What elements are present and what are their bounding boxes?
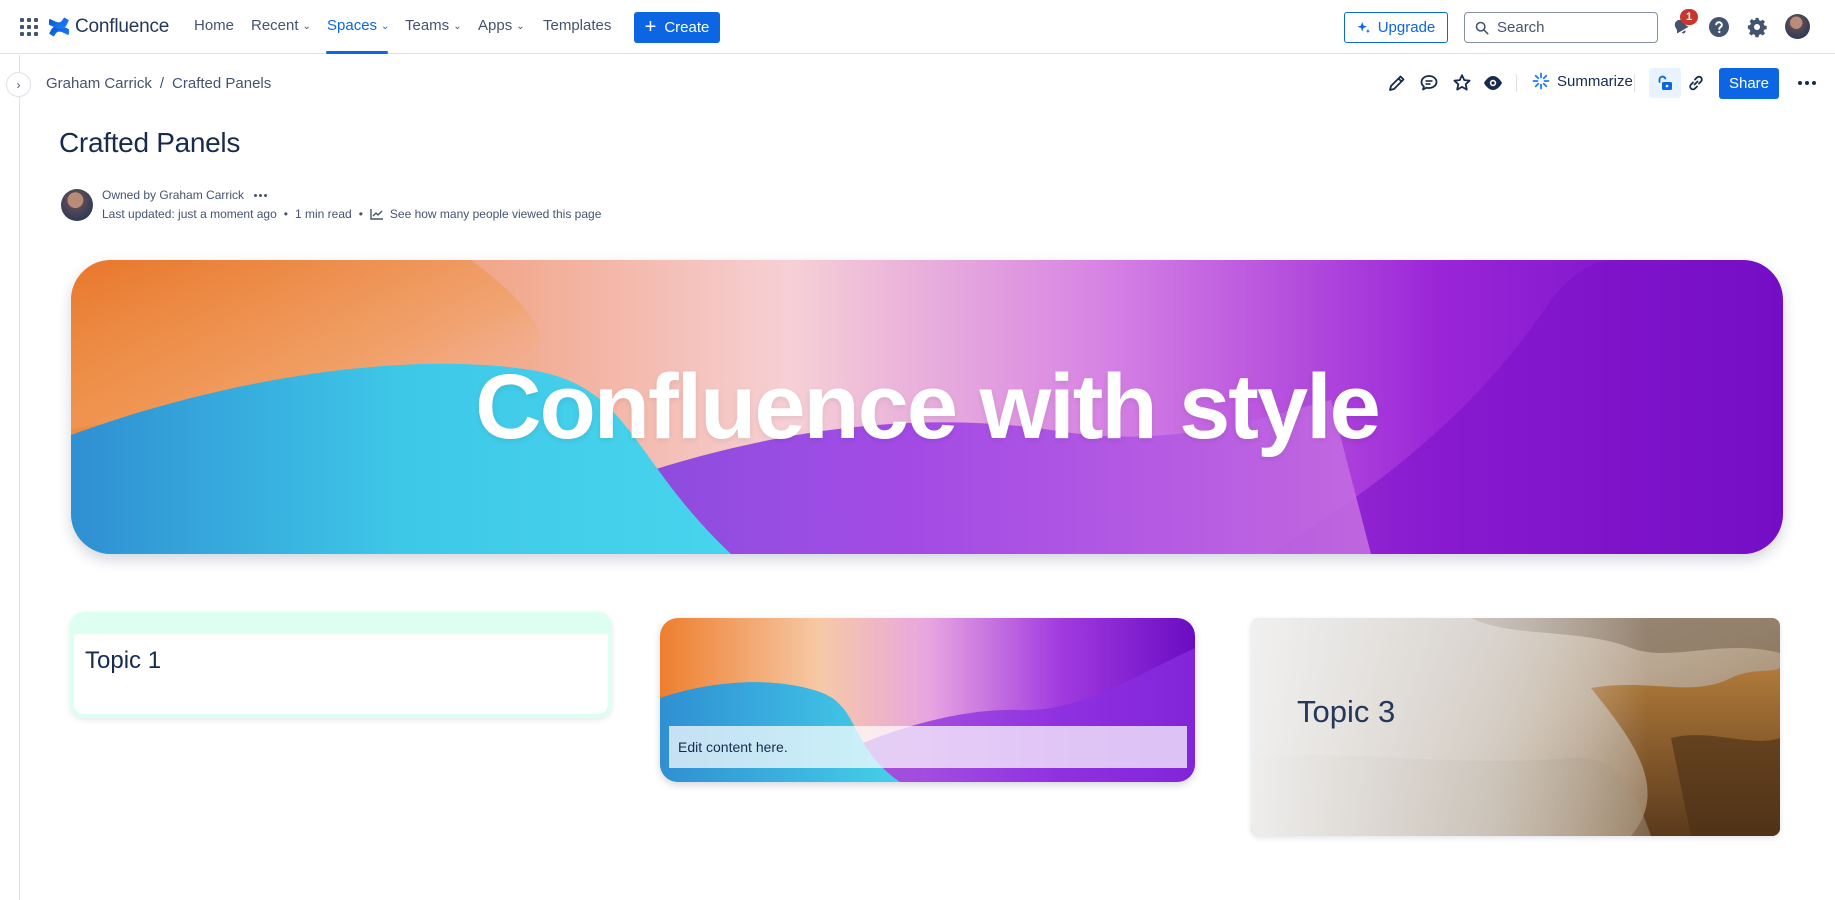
help-button[interactable]	[1706, 14, 1732, 40]
panel-accent-strip	[74, 616, 608, 634]
more-actions-icon[interactable]	[1794, 70, 1820, 96]
topic-3-heading: Topic 3	[1297, 694, 1396, 729]
chevron-down-icon: ⌄	[302, 21, 311, 32]
nav-home-label: Home	[194, 17, 235, 34]
search-placeholder: Search	[1497, 19, 1545, 36]
nav-apps-label: Apps	[478, 17, 513, 34]
nav-spaces-label: Spaces	[327, 17, 378, 34]
byline-more-icon[interactable]	[254, 193, 268, 197]
ai-sparkle-icon	[1532, 72, 1550, 90]
owned-by-text: Owned by Graham Carrick	[102, 188, 245, 202]
topic-1-heading: Topic 1	[85, 647, 162, 674]
summarize-button[interactable]: Summarize	[1532, 72, 1633, 90]
hero-banner: Confluence with style	[71, 260, 1783, 554]
page-title: Crafted Panels	[59, 127, 241, 158]
profile-avatar[interactable]	[1785, 14, 1810, 39]
bullet-separator: •	[358, 207, 363, 221]
restrictions-button[interactable]	[1649, 68, 1681, 98]
nav-recent[interactable]: Recent ⌄	[251, 17, 311, 34]
toolbar-divider	[1516, 74, 1517, 92]
panel-content-text: Edit content here.	[678, 739, 788, 755]
share-button[interactable]: Share	[1719, 68, 1779, 99]
nav-apps[interactable]: Apps ⌄	[478, 17, 525, 34]
watch-button[interactable]	[1481, 71, 1505, 95]
nav-spaces[interactable]: Spaces ⌄	[327, 17, 389, 34]
unlocked-icon	[1658, 75, 1672, 90]
nav-active-indicator	[326, 51, 388, 54]
page-analytics-label: See how many people viewed this page	[389, 207, 602, 221]
topic-1-panel: Topic 1	[70, 612, 612, 718]
comment-button[interactable]	[1417, 71, 1441, 95]
watch-icon	[1484, 76, 1502, 90]
edit-button[interactable]	[1385, 71, 1409, 95]
byline-details: Last updated: just a moment ago • 1 min …	[102, 207, 601, 221]
comment-icon	[1420, 75, 1438, 91]
upgrade-button-label: Upgrade	[1377, 19, 1436, 36]
bullet-separator: •	[283, 207, 288, 221]
confluence-logo-icon	[49, 17, 69, 37]
breadcrumb-separator: /	[159, 75, 165, 92]
breadcrumb-space-link[interactable]: Graham Carrick	[46, 75, 152, 92]
help-icon	[1709, 17, 1729, 37]
search-input[interactable]: Search	[1464, 12, 1658, 43]
edit-icon	[1389, 75, 1405, 91]
hero-title: Confluence with style	[475, 355, 1381, 458]
chevron-down-icon: ⌄	[453, 21, 462, 32]
chevron-down-icon: ⌄	[516, 21, 525, 32]
gradient-panel: Edit content here.	[660, 618, 1195, 782]
read-time-text: 1 min read	[294, 207, 352, 221]
app-switcher-icon[interactable]	[20, 18, 38, 36]
create-button-label: Create	[664, 19, 710, 36]
settings-button[interactable]	[1744, 14, 1770, 40]
nav-teams[interactable]: Teams ⌄	[405, 17, 462, 34]
gear-icon	[1747, 17, 1767, 38]
link-icon	[1689, 75, 1703, 91]
nav-teams-label: Teams	[405, 17, 450, 34]
nav-home[interactable]: Home	[194, 17, 234, 34]
breadcrumb: Graham Carrick / Crafted Panels	[46, 75, 271, 92]
owner-avatar[interactable]	[61, 189, 93, 221]
star-icon	[1453, 74, 1471, 91]
search-icon	[1475, 21, 1489, 34]
breadcrumb-page-link[interactable]: Crafted Panels	[172, 75, 271, 92]
notification-count-badge: 1	[1680, 9, 1698, 25]
nav-templates[interactable]: Templates	[543, 17, 611, 34]
sparkle-icon	[1357, 21, 1370, 33]
page-analytics-link[interactable]: See how many people viewed this page	[370, 207, 601, 221]
last-updated-text: Last updated: just a moment ago	[102, 207, 277, 221]
create-button[interactable]: + Create	[634, 12, 720, 43]
nav-recent-label: Recent	[251, 17, 299, 34]
summarize-label: Summarize	[1557, 72, 1633, 90]
copy-link-button[interactable]	[1684, 71, 1708, 95]
confluence-logo-text: Confluence	[75, 16, 170, 37]
confluence-logo[interactable]: Confluence	[49, 14, 169, 40]
panel-content-editable[interactable]: Edit content here.	[669, 726, 1187, 768]
toolbar-divider	[1634, 74, 1635, 92]
nav-templates-label: Templates	[543, 17, 612, 34]
top-navigation: Confluence Home Recent ⌄ Spaces ⌄ Teams ⌄ A…	[0, 0, 1835, 54]
analytics-chart-icon	[370, 209, 383, 220]
plus-icon: +	[644, 15, 657, 38]
star-button[interactable]	[1450, 71, 1474, 95]
chevron-right-icon: ›	[16, 77, 21, 92]
byline-owner: Owned by Graham Carrick	[102, 188, 268, 202]
expand-sidebar-button[interactable]: ›	[6, 72, 31, 97]
sidebar-rail	[0, 55, 20, 900]
chevron-down-icon: ⌄	[381, 21, 390, 32]
upgrade-button[interactable]: Upgrade	[1344, 12, 1448, 43]
topic-3-panel: Topic 3	[1251, 618, 1780, 836]
